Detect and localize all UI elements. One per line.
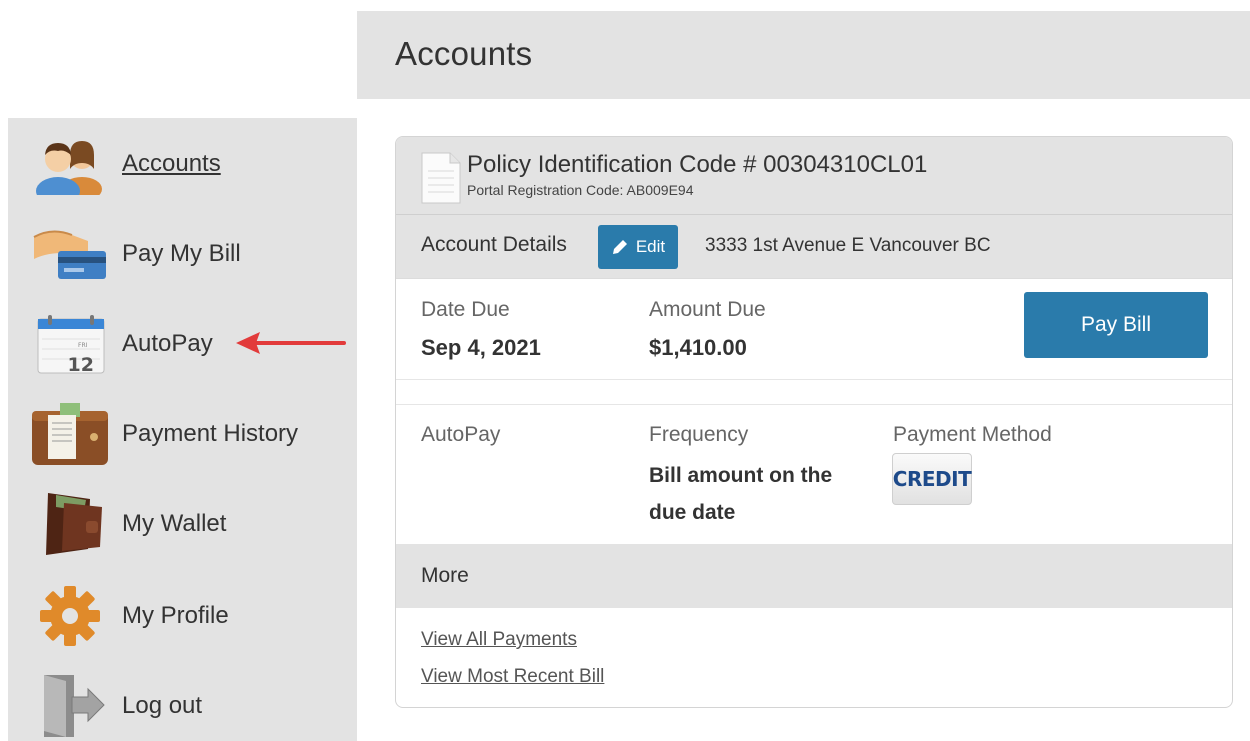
- sidebar-item-label: My Profile: [122, 602, 229, 629]
- sidebar-item-label: Payment History: [122, 420, 299, 447]
- more-label: More: [421, 564, 469, 587]
- account-card: Policy Identification Code # 00304310CL0…: [395, 136, 1233, 708]
- account-card-header: Policy Identification Code # 00304310CL0…: [396, 137, 1232, 215]
- policy-title: Policy Identification Code # 00304310CL0…: [467, 151, 928, 178]
- sidebar-item-label: AutoPay: [122, 330, 213, 357]
- document-icon: [421, 152, 461, 204]
- sidebar-nav: Accounts Pay My Bill 12 FRI AutoPay Paym…: [8, 118, 357, 741]
- bill-due-section: Date Due Sep 4, 2021 Amount Due $1,410.0…: [396, 279, 1232, 380]
- users-icon: [32, 131, 108, 197]
- sidebar-item-label: Pay My Bill: [122, 240, 241, 267]
- sidebar-item-label: My Wallet: [122, 510, 227, 537]
- date-due-value: Sep 4, 2021: [421, 335, 541, 360]
- edit-button[interactable]: Edit: [598, 225, 678, 269]
- view-all-payments-link[interactable]: View All Payments: [421, 629, 577, 651]
- pencil-icon: [612, 240, 627, 254]
- date-due-label: Date Due: [421, 298, 510, 321]
- gear-icon: [32, 583, 108, 649]
- account-address: 3333 1st Avenue E Vancouver BC: [705, 235, 991, 256]
- account-details-label: Account Details: [421, 233, 567, 256]
- sidebar-item-pay-my-bill[interactable]: Pay My Bill: [32, 221, 352, 287]
- payment-method-label: Payment Method: [893, 423, 1052, 446]
- page-title: Accounts: [395, 35, 533, 72]
- arrow-left-icon: [236, 332, 346, 354]
- calendar-icon: 12 FRI: [32, 311, 108, 377]
- receipt-wallet-icon: [32, 401, 108, 467]
- sidebar-item-my-wallet[interactable]: My Wallet: [32, 491, 352, 557]
- portal-registration-code: Portal Registration Code: AB009E94: [467, 182, 694, 198]
- hand-card-icon: [32, 221, 108, 287]
- sidebar-item-label: Log out: [122, 692, 203, 719]
- pay-bill-button[interactable]: Pay Bill: [1024, 292, 1208, 358]
- autopay-section: AutoPay Frequency Bill amount on the due…: [396, 405, 1232, 544]
- sidebar-item-label: Accounts: [122, 150, 221, 177]
- sidebar-item-log-out[interactable]: Log out: [32, 673, 352, 739]
- amount-due-label: Amount Due: [649, 298, 766, 321]
- amount-due-value: $1,410.00: [649, 335, 747, 360]
- wallet-icon: [32, 491, 108, 557]
- more-bar: More: [396, 544, 1232, 608]
- credit-card-badge: CREDIT: [892, 453, 972, 505]
- sidebar-item-payment-history[interactable]: Payment History: [32, 401, 352, 467]
- view-most-recent-bill-link[interactable]: View Most Recent Bill: [421, 666, 604, 688]
- calendar-day: 12: [68, 354, 94, 375]
- sidebar-item-my-profile[interactable]: My Profile: [32, 583, 352, 649]
- edit-button-label: Edit: [635, 237, 666, 256]
- frequency-value: Bill amount on the due date: [649, 464, 833, 524]
- calendar-month: FRI: [78, 342, 88, 349]
- logout-door-icon: [32, 673, 108, 739]
- autopay-label: AutoPay: [421, 423, 501, 446]
- frequency-label: Frequency: [649, 423, 749, 446]
- page-header: Accounts: [357, 11, 1250, 99]
- sidebar-item-accounts[interactable]: Accounts: [32, 131, 352, 197]
- account-details-bar: Account Details Edit 3333 1st Avenue E V…: [396, 215, 1232, 279]
